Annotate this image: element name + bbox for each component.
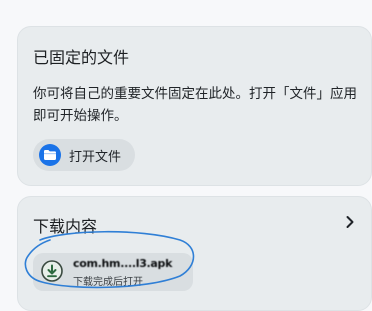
download-filename: com.hm....l3.apk <box>73 257 173 270</box>
downloads-title: 下载内容 <box>33 217 98 236</box>
pinned-files-description: 你可将自己的重要文件固定在此处。打开「文件」应用即可开始操作。 <box>33 86 357 124</box>
pinned-files-title: 已固定的文件 <box>33 48 130 67</box>
download-status: 下载完成后打开 <box>73 277 143 288</box>
download-item[interactable]: com.hm....l3.apk 下载完成后打开 <box>33 253 193 291</box>
download-icon <box>41 260 63 282</box>
folder-icon <box>39 144 61 166</box>
downloads-card: 下载内容 com.hm....l3.apk 下载完成后打开 <box>17 196 372 311</box>
chevron-right-icon[interactable] <box>343 215 357 229</box>
pinned-files-card: 已固定的文件 你可将自己的重要文件固定在此处。打开「文件」应用即可开始操作。 打… <box>17 26 372 186</box>
open-files-button[interactable]: 打开文件 <box>33 139 136 171</box>
open-files-label: 打开文件 <box>69 149 122 165</box>
